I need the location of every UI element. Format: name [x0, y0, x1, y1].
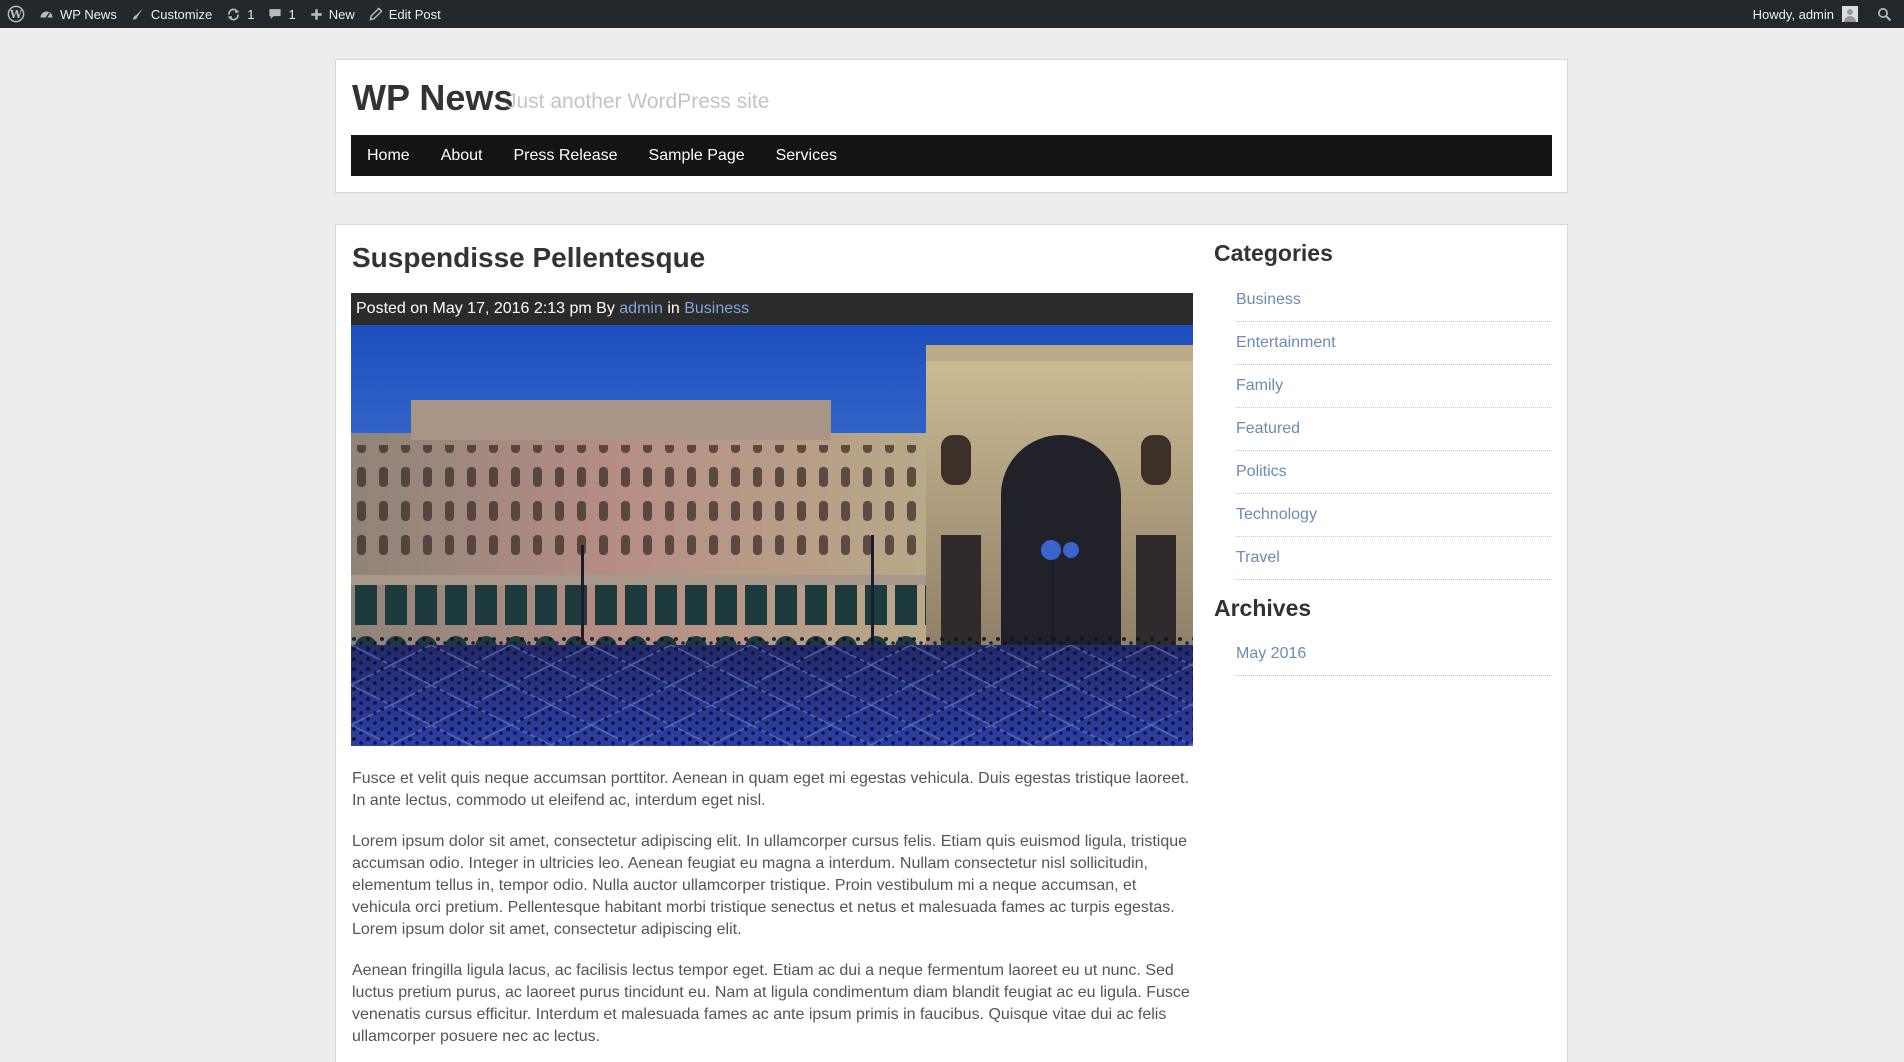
- customize-button[interactable]: Customize: [124, 0, 219, 28]
- admin-bar: W WP News Customize 1 1 New Edit Post Ho…: [0, 0, 1904, 28]
- new-content-button[interactable]: New: [303, 0, 362, 28]
- nav-item-press-release[interactable]: Press Release: [514, 147, 618, 165]
- categories-widget-title: Categories: [1214, 240, 1333, 266]
- category-item-travel[interactable]: Travel: [1236, 537, 1552, 580]
- paragraph: Aenean fringilla ligula lacus, ac facili…: [352, 962, 1190, 1045]
- category-link[interactable]: Business: [684, 300, 749, 318]
- search-button[interactable]: [1870, 0, 1904, 28]
- customize-label: Customize: [150, 6, 213, 22]
- avatar: [1842, 6, 1858, 22]
- comment-icon: [269, 9, 282, 19]
- nav-item-services[interactable]: Services: [776, 147, 837, 165]
- comments-button[interactable]: 1: [261, 0, 302, 28]
- updates-button[interactable]: 1: [219, 0, 261, 28]
- howdy-label: Howdy, admin: [1752, 6, 1834, 22]
- category-item-technology[interactable]: Technology: [1236, 494, 1552, 537]
- dashboard-icon: [40, 11, 53, 18]
- archive-item-may-2016[interactable]: May 2016: [1236, 633, 1552, 676]
- galleria-photo: [351, 325, 1193, 746]
- featured-image: [351, 325, 1193, 746]
- nav-item-sample-page[interactable]: Sample Page: [649, 147, 745, 165]
- nav-item-about[interactable]: About: [441, 147, 483, 165]
- site-description: Just another WordPress site: [506, 90, 770, 113]
- paragraph: Fusce et velit quis neque accumsan portt…: [352, 770, 1189, 809]
- my-account-menu[interactable]: Howdy, admin: [1753, 6, 1870, 22]
- content-area: Suspendisse Pellentesque Posted on May 1…: [335, 224, 1568, 1062]
- updates-count: 1: [247, 6, 255, 22]
- wordpress-logo-menu[interactable]: W: [0, 0, 32, 28]
- search-icon: [1878, 7, 1892, 21]
- brush-icon: [132, 8, 143, 20]
- archives-list: May 2016: [1236, 633, 1552, 676]
- site-title[interactable]: WP News: [352, 77, 513, 119]
- category-item-family[interactable]: Family: [1236, 365, 1552, 408]
- archives-widget-title: Archives: [1214, 595, 1312, 621]
- plus-icon: [311, 8, 322, 20]
- site-name-label: WP News: [60, 6, 117, 22]
- author-link[interactable]: admin: [619, 300, 663, 318]
- wordpress-icon: W: [7, 5, 25, 23]
- category-item-business[interactable]: Business: [1236, 279, 1552, 322]
- edit-post-label: Edit Post: [388, 6, 441, 22]
- category-item-featured[interactable]: Featured: [1236, 408, 1552, 451]
- posted-on-text: Posted on May 17, 2016 2:13 pm By: [356, 300, 615, 317]
- site-header: WP News Just another WordPress site Home…: [335, 59, 1568, 193]
- svg-text:W: W: [9, 8, 23, 21]
- paragraph: Lorem ipsum dolor sit amet, consectetur …: [352, 833, 1188, 938]
- comments-count: 1: [288, 6, 296, 22]
- main-navigation: Home About Press Release Sample Page Ser…: [351, 135, 1552, 176]
- site-name-menu[interactable]: WP News: [32, 0, 124, 28]
- category-item-politics[interactable]: Politics: [1236, 451, 1552, 494]
- pencil-icon: [369, 7, 383, 21]
- post-title: Suspendisse Pellentesque: [352, 242, 706, 273]
- nav-item-home[interactable]: Home: [367, 147, 410, 165]
- category-item-entertainment[interactable]: Entertainment: [1236, 322, 1552, 365]
- post-content: Fusce et velit quis neque accumsan portt…: [352, 768, 1194, 1062]
- post-meta: Posted on May 17, 2016 2:13 pm By admin …: [351, 293, 1193, 325]
- edit-post-button[interactable]: Edit Post: [362, 0, 448, 28]
- updates-icon: [227, 8, 240, 20]
- new-label: New: [328, 6, 355, 22]
- in-text: in: [667, 300, 680, 317]
- categories-list: Business Entertainment Family Featured P…: [1236, 279, 1552, 580]
